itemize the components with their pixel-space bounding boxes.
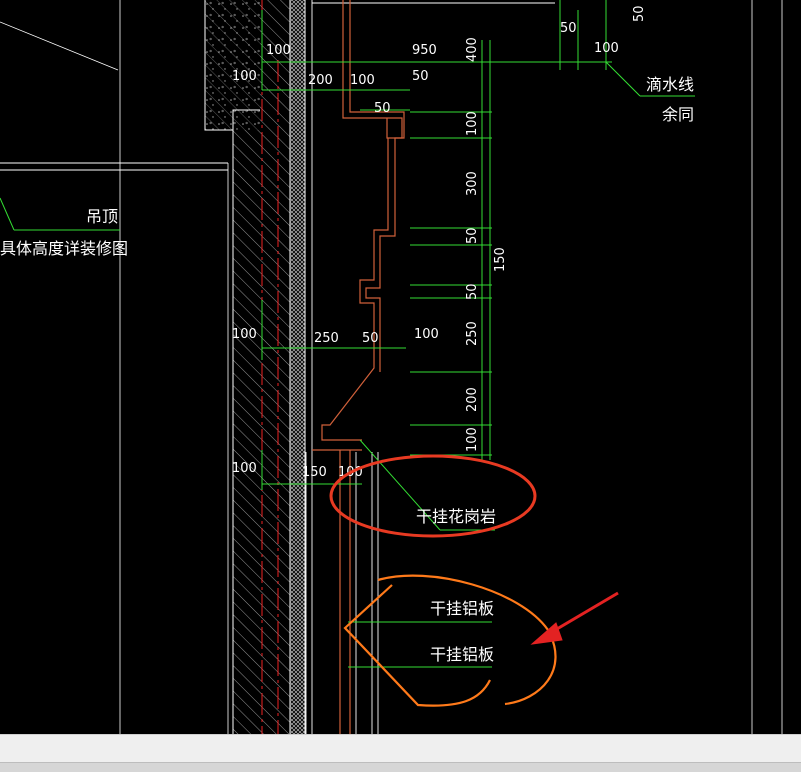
dim-text-v-50b: 50	[465, 283, 480, 300]
dim-text-b-150: 150	[302, 465, 327, 480]
dim-text-v-100b: 100	[465, 427, 480, 452]
dim-text-m-250: 250	[314, 331, 339, 346]
dim-text-r2-100: 100	[350, 73, 375, 88]
dim-text-left-2: 100	[232, 327, 257, 342]
markup-arrowhead	[530, 622, 563, 645]
dim-text-v-400: 400	[465, 37, 480, 62]
label-granite: 干挂花岗岩	[416, 507, 496, 526]
label-aluminum-1: 干挂铝板	[430, 599, 494, 618]
dim-text-v-250: 250	[465, 321, 480, 346]
dim-text-v-top-50: 50	[632, 5, 647, 22]
dim-text-v-50a: 50	[465, 227, 480, 244]
dim-text-v-300: 300	[465, 171, 480, 196]
dim-text-v-200: 200	[465, 387, 480, 412]
dim-text-r2-50: 50	[412, 69, 429, 84]
dim-text-r1-100: 100	[266, 43, 291, 58]
cad-drawing-canvas[interactable]: 950 50 100 100 200 100 50 50 250 50 100 …	[0, 0, 801, 734]
dim-text-top-100: 100	[594, 41, 619, 56]
wall-upper-hatch	[260, 0, 290, 130]
label-ceiling-detail: 具体高度详装修图	[0, 239, 128, 258]
label-ceiling: 吊顶	[86, 207, 118, 226]
user-markup	[329, 454, 619, 707]
label-same-rest: 余同	[662, 105, 694, 124]
dim-text-v-150: 150	[493, 247, 508, 272]
dim-text-v-100a: 100	[465, 111, 480, 136]
dim-text-left-3: 100	[232, 461, 257, 476]
profile-outline	[321, 0, 403, 441]
dim-text-r3-50: 50	[374, 101, 391, 116]
leader-ceiling	[0, 197, 15, 231]
dim-text-top-950: 950	[412, 43, 437, 58]
markup-outline-orange	[343, 574, 557, 707]
dim-text-m-50: 50	[362, 331, 379, 346]
dim-text-left-1: 100	[232, 69, 257, 84]
dimension-lines	[0, 0, 695, 668]
dim-text-top-50: 50	[560, 21, 577, 36]
label-drip-line: 滴水线	[646, 75, 694, 94]
ceiling-diagonal	[0, 21, 119, 71]
leader-drip	[605, 61, 641, 97]
profile-outline-right	[349, 0, 405, 372]
status-bar-strip	[0, 762, 801, 772]
label-aluminum-2: 干挂铝板	[430, 645, 494, 664]
dim-text-m-100: 100	[414, 327, 439, 342]
dim-text-r2-200: 200	[308, 73, 333, 88]
status-bar	[0, 734, 801, 772]
insulation-layer	[290, 0, 305, 734]
